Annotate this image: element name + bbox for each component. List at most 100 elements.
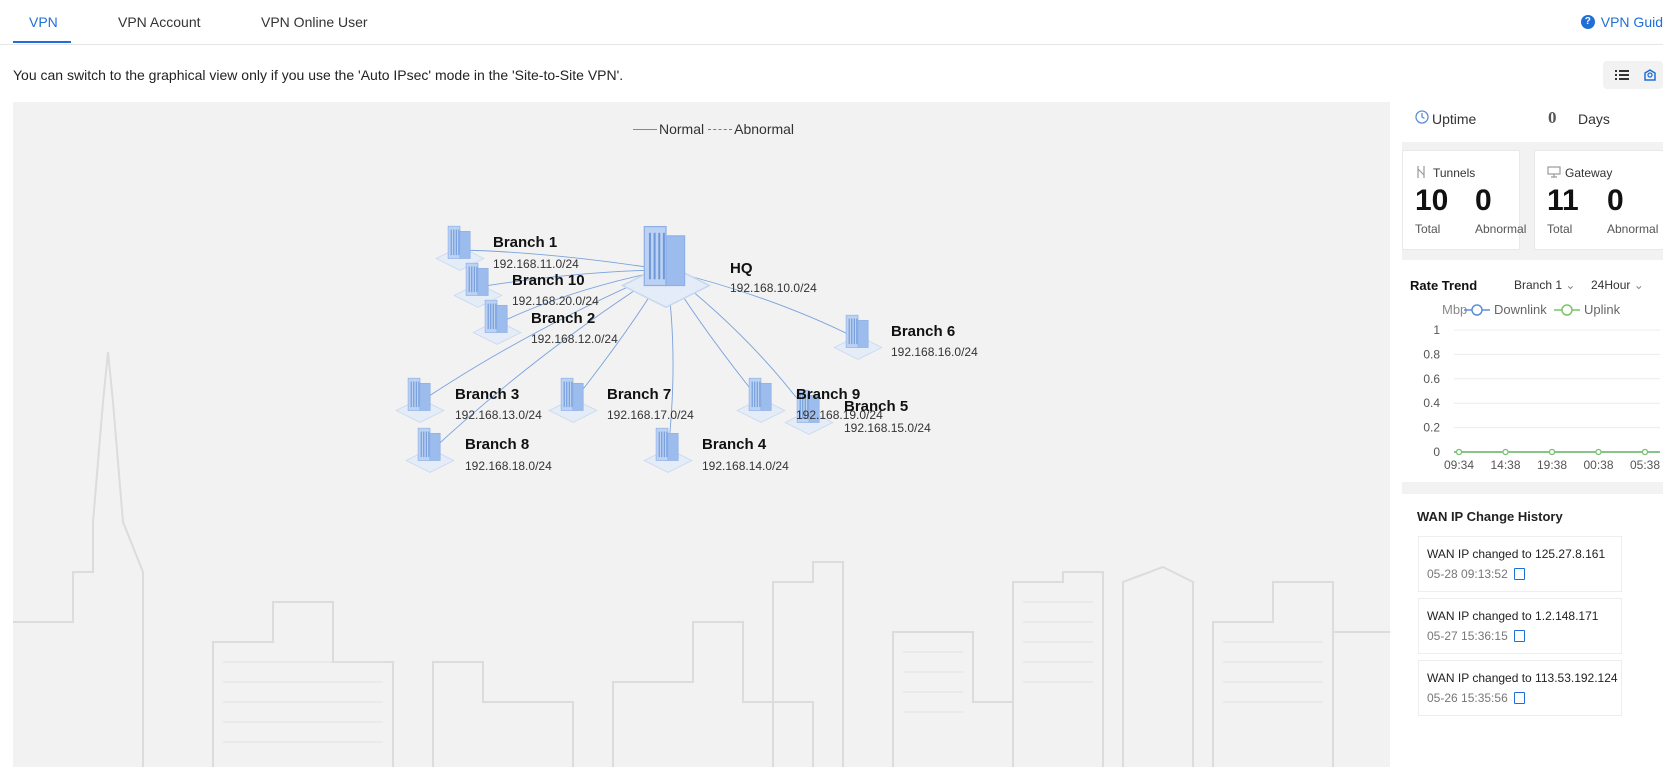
y-tick-label: 0.2 <box>1423 421 1440 435</box>
branch-2-ip: 192.168.12.0/24 <box>531 332 618 346</box>
range-select-value: 24Hour <box>1591 278 1631 292</box>
branch-3-name: Branch 3 <box>455 386 520 403</box>
wan-history-timestamp: 05-27 15:36:15 <box>1427 629 1508 643</box>
active-tab-indicator <box>13 41 71 43</box>
branch-2-name: Branch 2 <box>531 310 596 327</box>
branch-building-icon[interactable] <box>548 377 598 423</box>
help-icon: ? <box>1580 15 1595 29</box>
gateway-total-value: 11 <box>1547 184 1579 217</box>
branch-5-ip: 192.168.15.0/24 <box>844 421 931 435</box>
tunnels-total-label: Total <box>1415 222 1441 236</box>
wan-history-text: WAN IP changed to 125.27.8.161 <box>1427 547 1606 561</box>
tab-vpn[interactable]: VPN <box>29 14 58 30</box>
wan-history-card: WAN IP Change History WAN IP changed to … <box>1402 494 1663 770</box>
wan-history-timestamp: 05-26 15:35:56 <box>1427 691 1508 705</box>
wan-history-time: 05-26 15:35:56 <box>1427 691 1525 705</box>
branch-6-ip: 192.168.16.0/24 <box>891 345 978 359</box>
y-tick-label: 0 <box>1433 445 1440 459</box>
branch-10-name: Branch 10 <box>512 272 585 289</box>
range-select[interactable]: 24Hour ⌄ <box>1591 278 1644 292</box>
tunnel-icon <box>1417 166 1425 178</box>
y-tick-label: 0.4 <box>1423 396 1440 410</box>
data-point <box>1595 448 1602 456</box>
graph-view-button[interactable] <box>1637 65 1663 85</box>
gateway-abnormal-value: 0 <box>1607 184 1624 217</box>
wan-history-time: 05-27 15:36:15 <box>1427 629 1525 643</box>
hq-ip: 192.168.10.0/24 <box>730 281 817 295</box>
rate-trend-chart: 0 0.2 0.4 0.6 0.8 1 09:34 14:38 19:38 00:38 05:38 <box>1423 323 1660 472</box>
branch-building-icon[interactable] <box>405 427 455 473</box>
branch-4-name: Branch 4 <box>702 436 767 453</box>
rate-trend-card: Rate Trend Branch 1 ⌄ 24Hour ⌄ Mbp Downl… <box>1402 260 1663 482</box>
view-toggle <box>1603 61 1663 89</box>
chevron-down-icon: ⌄ <box>1633 278 1644 292</box>
x-tick-label: 14:38 <box>1490 458 1520 472</box>
branch-7-name: Branch 7 <box>607 386 672 403</box>
x-tick-label: 00:38 <box>1583 458 1613 472</box>
x-tick-label: 19:38 <box>1537 458 1567 472</box>
branch-10-ip: 192.168.20.0/24 <box>512 294 599 308</box>
rate-trend-title: Rate Trend <box>1410 278 1478 293</box>
node-buildings <box>395 225 883 473</box>
data-point <box>1548 448 1556 456</box>
x-tick-label: 09:34 <box>1444 458 1474 472</box>
wan-history-item: WAN IP changed to 113.53.192.124 05-26 1… <box>1418 660 1622 716</box>
wan-history-text: WAN IP changed to 113.53.192.124 <box>1427 671 1618 685</box>
branch-4-ip: 192.168.14.0/24 <box>702 459 789 473</box>
list-view-button[interactable] <box>1609 65 1635 85</box>
gateway-card: Gateway 11 0 Total Abnormal <box>1534 150 1663 250</box>
uptime-unit: Days <box>1578 111 1610 127</box>
branch-building-icon[interactable] <box>643 427 693 473</box>
hq-building-icon[interactable] <box>620 225 712 309</box>
document-icon[interactable] <box>1513 692 1525 704</box>
gateway-abnormal-label: Abnormal <box>1607 222 1659 236</box>
branch-select[interactable]: Branch 1 ⌄ <box>1514 278 1575 292</box>
topology-map: Normal Abnormal HQ 192.168.10.0/24 Branc… <box>13 102 1390 767</box>
data-point <box>1455 448 1463 456</box>
branch-building-icon[interactable] <box>736 377 786 423</box>
branch-1-name: Branch 1 <box>493 234 558 251</box>
gateway-icon <box>1547 166 1561 178</box>
wan-history-title: WAN IP Change History <box>1417 509 1563 524</box>
x-tick-label: 05:38 <box>1630 458 1660 472</box>
branch-7-ip: 192.168.17.0/24 <box>607 408 694 422</box>
list-icon <box>1615 70 1629 80</box>
wan-history-item: WAN IP changed to 125.27.8.161 05-28 09:… <box>1418 536 1622 592</box>
clock-icon <box>1415 110 1429 124</box>
wan-history-timestamp: 05-28 09:13:52 <box>1427 567 1508 581</box>
branch-6-name: Branch 6 <box>891 323 956 340</box>
y-tick-label: 0.6 <box>1423 372 1440 386</box>
uptime-value: 0 <box>1548 108 1557 127</box>
tab-vpn-account[interactable]: VPN Account <box>118 14 201 30</box>
branch-3-ip: 192.168.13.0/24 <box>455 408 542 422</box>
branch-building-icon[interactable] <box>395 377 445 423</box>
branch-8-ip: 192.168.18.0/24 <box>465 459 552 473</box>
chevron-down-icon: ⌄ <box>1565 278 1576 292</box>
tunnels-title: Tunnels <box>1433 166 1476 180</box>
branch-select-value: Branch 1 <box>1514 278 1563 292</box>
uptime-card: Uptime 0 Days <box>1402 102 1663 142</box>
summary-panel: Uptime 0 Days Tunnels 10 0 Total Abnorma… <box>1402 102 1663 770</box>
document-icon[interactable] <box>1513 568 1525 580</box>
gateway-total-label: Total <box>1547 222 1573 236</box>
data-point <box>1641 448 1649 456</box>
y-tick-label: 1 <box>1433 323 1440 337</box>
tab-vpn-online-user[interactable]: VPN Online User <box>261 14 368 30</box>
graphical-view-notice: You can switch to the graphical view onl… <box>13 67 624 83</box>
branch-5-name: Branch 5 <box>844 398 909 415</box>
branch-building-icon[interactable] <box>833 314 883 360</box>
vpn-guide-link[interactable]: ? VPN Guid <box>1580 14 1663 30</box>
branch-1-ip: 192.168.11.0/24 <box>493 257 579 271</box>
vpn-guide-label: VPN Guid <box>1600 14 1663 30</box>
tunnels-card: Tunnels 10 0 Total Abnormal <box>1402 150 1526 250</box>
topology-icon <box>1644 69 1656 81</box>
tunnels-abnormal-label: Abnormal <box>1475 222 1527 236</box>
tunnels-total-value: 10 <box>1415 184 1449 217</box>
wan-history-item: WAN IP changed to 1.2.148.171 05-27 15:3… <box>1418 598 1622 654</box>
uptime-label: Uptime <box>1432 111 1477 127</box>
document-icon[interactable] <box>1513 630 1525 642</box>
data-point <box>1502 448 1509 456</box>
tab-bar: VPN VPN Account VPN Online User ? VPN Gu… <box>0 0 1663 45</box>
y-tick-label: 0.8 <box>1423 347 1440 361</box>
wan-history-time: 05-28 09:13:52 <box>1427 567 1525 581</box>
